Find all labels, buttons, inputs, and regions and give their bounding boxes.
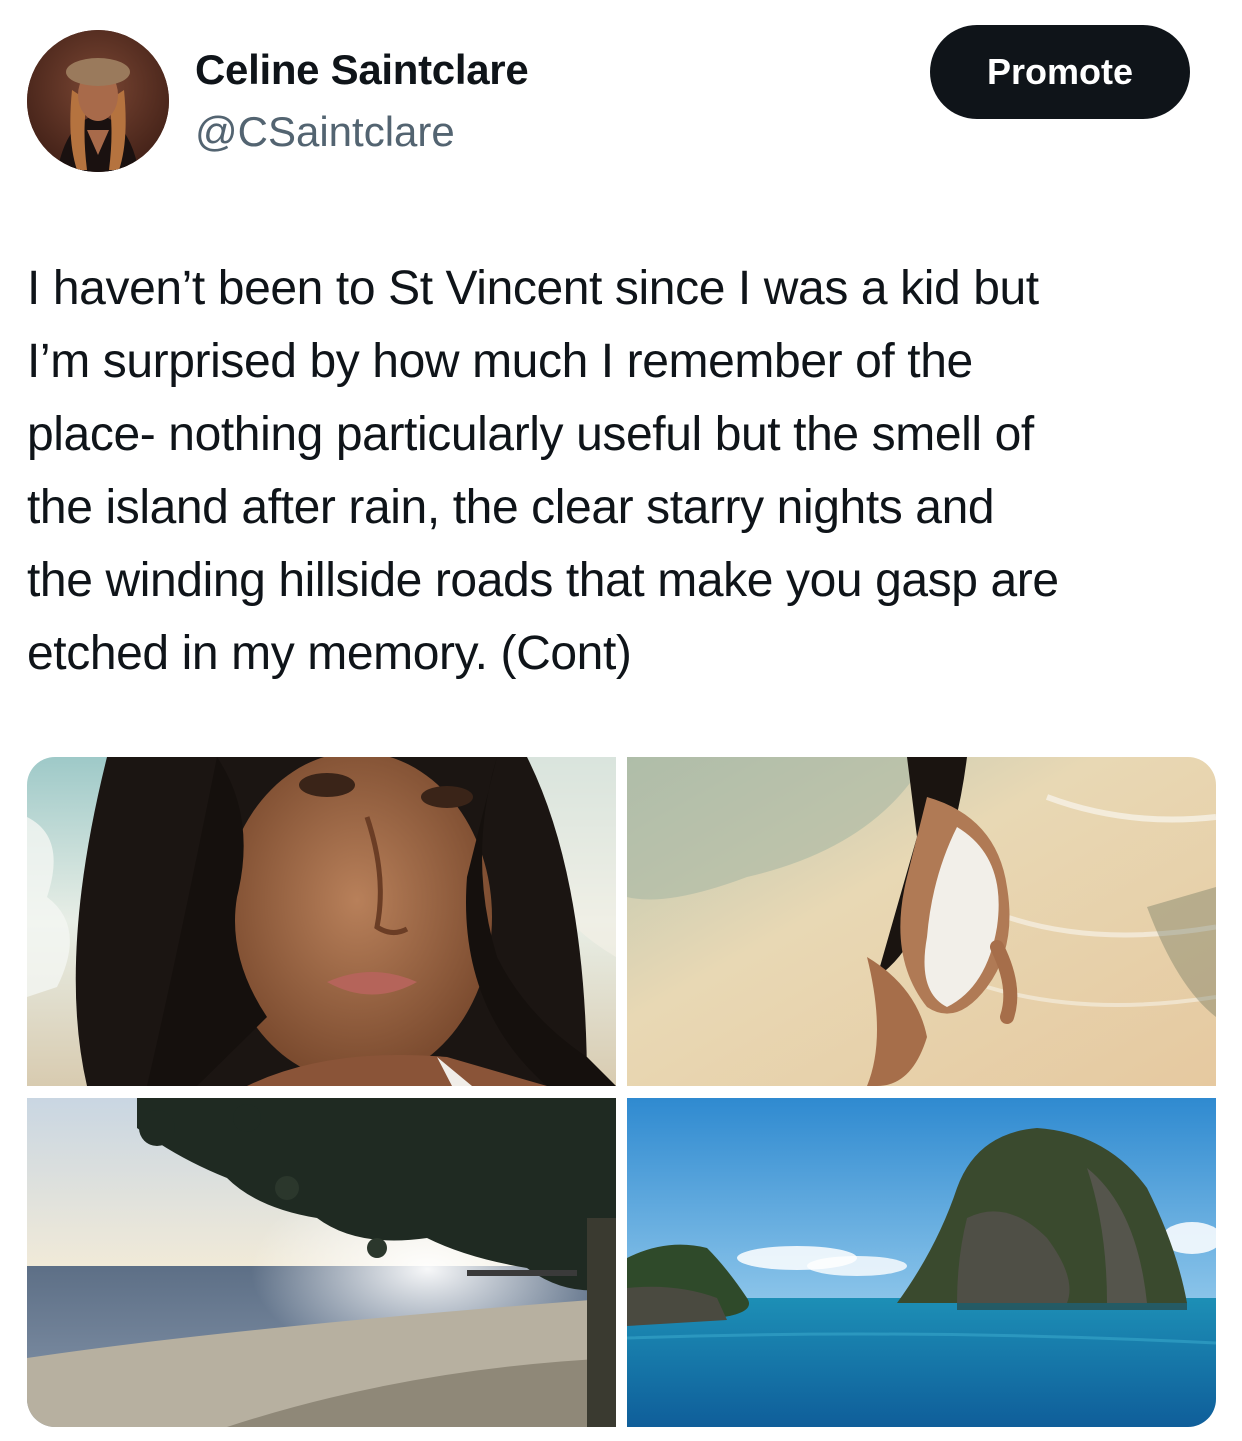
photo-selfie[interactable] xyxy=(27,757,616,1086)
author-name[interactable]: Celine Saintclare xyxy=(195,46,529,94)
tweet-text-line: the winding hillside roads that make you… xyxy=(27,554,1059,607)
photo-island[interactable] xyxy=(627,1098,1216,1427)
tweet-text: I haven’t been to St Vincent since I was… xyxy=(27,252,1222,690)
tweet-text-line: etched in my memory. (Cont) xyxy=(27,627,632,680)
tweet-text-line: I haven’t been to St Vincent since I was… xyxy=(27,262,1039,315)
promote-button[interactable]: Promote xyxy=(930,25,1190,119)
photo-beach-walk[interactable] xyxy=(627,757,1216,1086)
avatar[interactable] xyxy=(27,30,169,172)
photo-sunset-beach[interactable] xyxy=(27,1098,616,1427)
media-grid xyxy=(27,757,1216,1427)
tweet-text-line: I’m surprised by how much I remember of … xyxy=(27,335,973,388)
author-handle[interactable]: @CSaintclare xyxy=(195,108,455,156)
tweet-text-line: place- nothing particularly useful but t… xyxy=(27,408,1034,461)
tweet-header: Celine Saintclare @CSaintclare Promote xyxy=(0,0,1242,200)
tweet-text-line: the island after rain, the clear starry … xyxy=(27,481,995,534)
